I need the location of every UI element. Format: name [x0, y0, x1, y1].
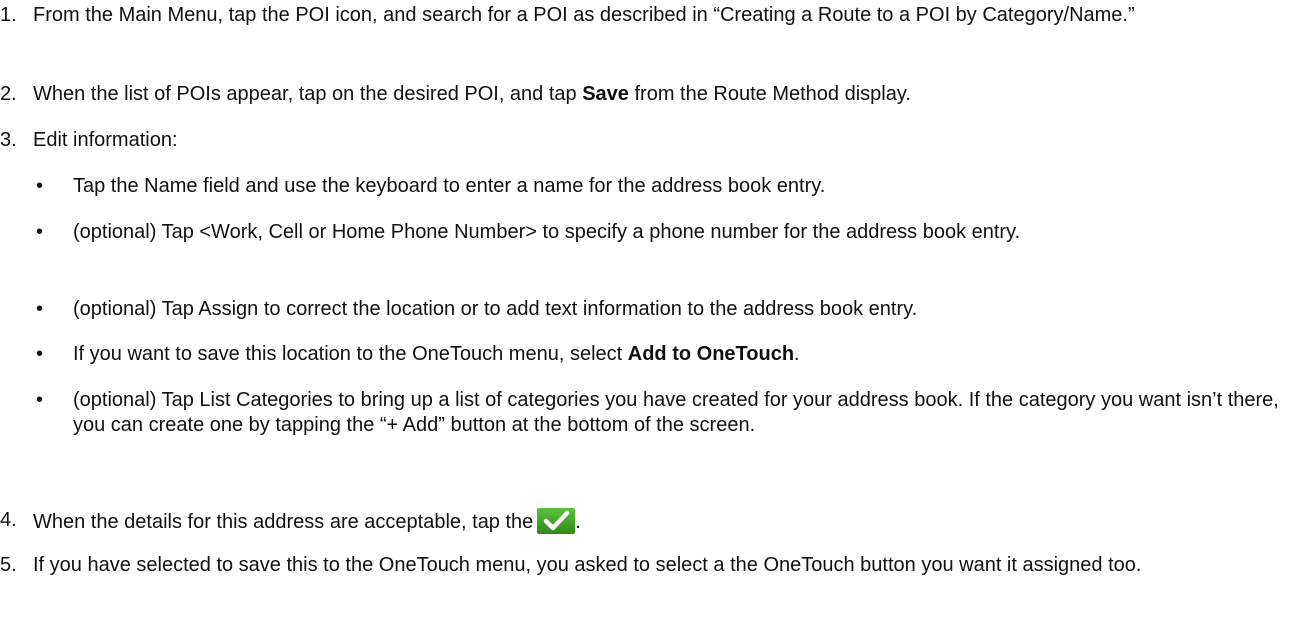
step-text: When the list of POIs appear, tap on the… [33, 83, 911, 105]
add-to-onetouch-label: Add to OneTouch [627, 343, 795, 365]
bullet: • [36, 175, 44, 197]
bullet: • [36, 298, 44, 320]
step-number: 1. [0, 4, 17, 26]
step-number: 2. [0, 83, 17, 105]
step-text: From the Main Menu, tap the POI icon, an… [33, 4, 1135, 26]
substep-text: (optional) Tap Assign to correct the loc… [73, 298, 918, 320]
step-number: 4. [0, 509, 17, 531]
bullet: • [36, 389, 44, 411]
checkmark-icon [537, 508, 576, 534]
substep-text: Tap the Name field and use the keyboard … [73, 175, 826, 197]
bullet: • [36, 221, 44, 243]
step-text: Edit information: [33, 129, 178, 151]
step-number: 5. [0, 554, 17, 576]
substep-text: If you want to save this location to the… [73, 343, 800, 365]
save-label: Save [582, 83, 629, 105]
step-text: When the details for this address are ac… [33, 508, 1303, 535]
bullet: • [36, 343, 44, 365]
substep-text: (optional) Tap List Categories to bring … [73, 389, 1279, 436]
step-number: 3. [0, 129, 17, 151]
step-text: If you have selected to save this to the… [33, 554, 1142, 576]
substep-text: (optional) Tap <Work, Cell or Home Phone… [73, 221, 1021, 243]
